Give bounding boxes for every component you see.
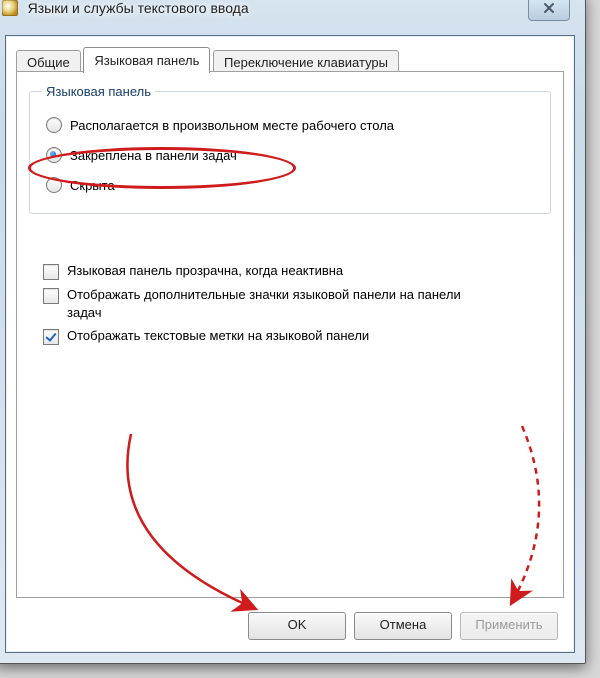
tab-language-bar[interactable]: Языковая панель [83,47,210,73]
apply-button: Применить [460,612,558,640]
cancel-button[interactable]: Отмена [354,612,452,640]
close-button[interactable] [528,0,570,21]
tab-label: Переключение клавиатуры [224,55,388,70]
tab-label: Языковая панель [94,53,199,68]
radio-label: Закреплена в панели задач [70,148,237,163]
checkbox-icon [43,329,59,345]
check-extra-icons[interactable]: Отображать дополнительные значки языково… [43,286,541,321]
app-icon [2,0,18,16]
radio-icon [46,117,62,133]
button-bar: OK Отмена Применить [6,612,574,640]
radio-icon [46,177,62,193]
radio-docked[interactable]: Закреплена в панели задач [46,147,534,163]
checkbox-label: Отображать дополнительные значки языково… [67,286,497,321]
radio-label: Скрыта [70,178,115,193]
language-bar-group: Языковая панель Располагается в произвол… [29,84,551,214]
checkbox-icon [43,264,59,280]
check-text-labels[interactable]: Отображать текстовые метки на языковой п… [43,327,541,345]
checkbox-icon [43,288,59,304]
ok-button[interactable]: OK [248,612,346,640]
group-legend: Языковая панель [42,84,155,99]
tab-panel: Языковая панель Располагается в произвол… [16,71,564,598]
checkbox-label: Отображать текстовые метки на языковой п… [67,327,369,345]
dialog-body: Общие Языковая панель Переключение клави… [5,35,575,653]
radio-floating[interactable]: Располагается в произвольном месте рабоч… [46,117,534,133]
checkbox-label: Языковая панель прозрачна, когда неактив… [67,262,343,280]
radio-icon [46,147,62,163]
button-label: Отмена [380,617,427,632]
check-transparent[interactable]: Языковая панель прозрачна, когда неактив… [43,262,541,280]
window-title: Языки и службы текстового ввода [28,0,249,16]
tab-label: Общие [27,55,70,70]
radio-label: Располагается в произвольном месте рабоч… [70,118,394,133]
button-label: OK [288,617,307,632]
titlebar: Языки и службы текстового ввода [2,0,578,31]
close-icon [542,1,556,15]
tab-strip: Общие Языковая панель Переключение клави… [16,46,564,72]
button-label: Применить [475,617,542,632]
checkbox-group: Языковая панель прозрачна, когда неактив… [39,256,545,351]
radio-hidden[interactable]: Скрыта [46,177,534,193]
window-frame: Языки и службы текстового ввода Общие Яз… [0,0,586,664]
